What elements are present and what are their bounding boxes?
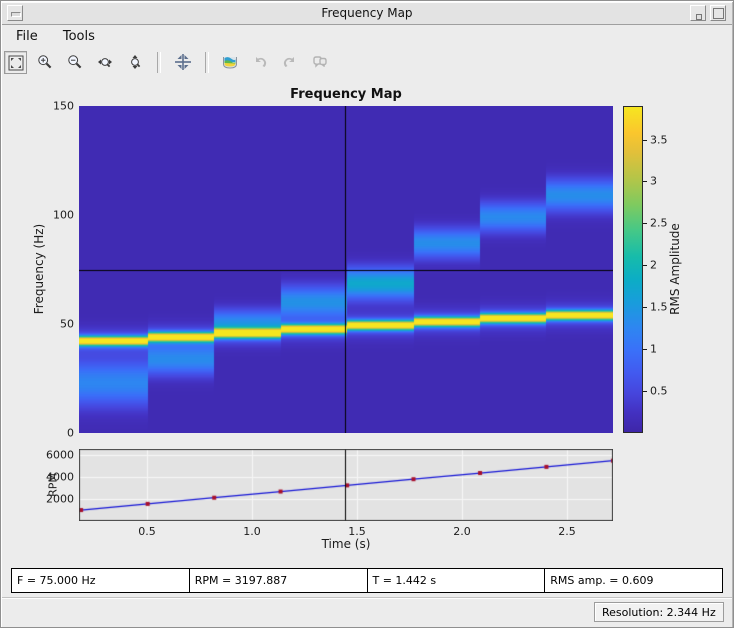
rpm-readout[interactable]: RPM = 3197.887 [188,568,368,593]
colormap-icon [222,57,237,69]
fit-to-window-button[interactable] [4,51,27,74]
colorbar-tick-mark [643,307,647,308]
freq-tick-label: 0 [67,426,74,440]
zoom-x-button[interactable] [94,51,117,74]
restore-view-icon [174,54,191,70]
plot-title: Frequency Map [290,87,402,102]
status-bar: Resolution: 2.344 Hz [2,597,732,627]
rms-readout[interactable]: RMS amp. = 0.609 [544,568,723,593]
frequency-readout[interactable]: F = 75.000 Hz [11,568,190,593]
colorbar-tick-mark [643,140,647,141]
freq-tick-label: 150 [53,99,74,113]
resolution-readout: Resolution: 2.344 Hz [594,602,724,622]
zoom-y-button[interactable] [124,51,147,74]
rpm-tick-label: 6000 [46,448,74,462]
figure-window: Frequency Map File Tools Frequency Map F… [0,0,734,628]
status-row: F = 75.000 Hz RPM = 3197.887 T = 1.442 s… [11,568,723,593]
colorbar-tick-label: 3.5 [650,133,668,147]
colormap-button[interactable] [219,51,242,74]
annotations-button[interactable] [309,51,332,74]
toolbar [2,49,732,78]
colorbar-tick-label: 2.5 [650,216,668,230]
time-axis-label: Time (s) [321,537,371,551]
fit-to-window-icon [8,55,24,71]
time-tick-label: 2.5 [558,525,576,538]
time-readout[interactable]: T = 1.442 s [366,568,546,593]
redo-view-button[interactable] [279,51,302,74]
colorbar-tick-mark [643,181,647,182]
zoom-out-icon [68,55,82,69]
frequency-map-plot[interactable] [79,106,613,433]
zoom-y-icon [131,55,141,69]
colorbar[interactable] [623,106,643,433]
colorbar-tick-mark [643,391,647,392]
rpm-tick-label: 2000 [46,492,74,506]
undo-view-button[interactable] [249,51,272,74]
menu-bar: File Tools [2,25,732,49]
restore-view-button[interactable] [172,51,195,74]
colorbar-tick-mark [643,349,647,350]
rpm-tick-label: 4000 [46,470,74,484]
colorbar-tick-mark [643,223,647,224]
time-tick-label: 1.5 [348,525,366,538]
zoom-out-button[interactable] [64,51,87,74]
colorbar-tick-label: 0.5 [650,384,668,398]
maximize-button[interactable] [710,5,726,21]
freq-axis-label: Frequency (Hz) [32,223,46,315]
colorbar-tick-label: 1 [650,342,657,356]
colorbar-label: RMS Amplitude [668,223,682,315]
menu-file[interactable]: File [6,26,48,47]
redo-view-icon [283,57,294,67]
freq-tick-label: 100 [53,208,74,222]
minimize-button[interactable] [690,5,706,21]
zoom-in-button[interactable] [34,51,57,74]
colorbar-tick-mark [643,265,647,266]
menu-tools[interactable]: Tools [53,26,105,47]
minimize-icon [696,14,702,20]
time-tick-label: 2.0 [453,525,471,538]
rpm-profile-plot[interactable] [79,449,613,521]
title-bar[interactable]: Frequency Map [2,2,732,25]
maximize-icon [713,8,724,19]
colorbar-tick-label: 1.5 [650,300,668,314]
annotations-icon [313,56,327,68]
window-title: Frequency Map [321,6,413,20]
zoom-in-icon [38,55,52,69]
toolbar-separator [157,52,162,73]
time-tick-label: 1.0 [243,525,261,538]
zoom-x-icon [98,58,113,68]
colorbar-tick-label: 3 [650,174,657,188]
freq-tick-label: 50 [60,317,74,331]
time-tick-label: 0.5 [138,525,156,538]
colorbar-tick-label: 2 [650,258,657,272]
undo-view-icon [255,57,266,67]
toolbar-separator [204,52,209,73]
